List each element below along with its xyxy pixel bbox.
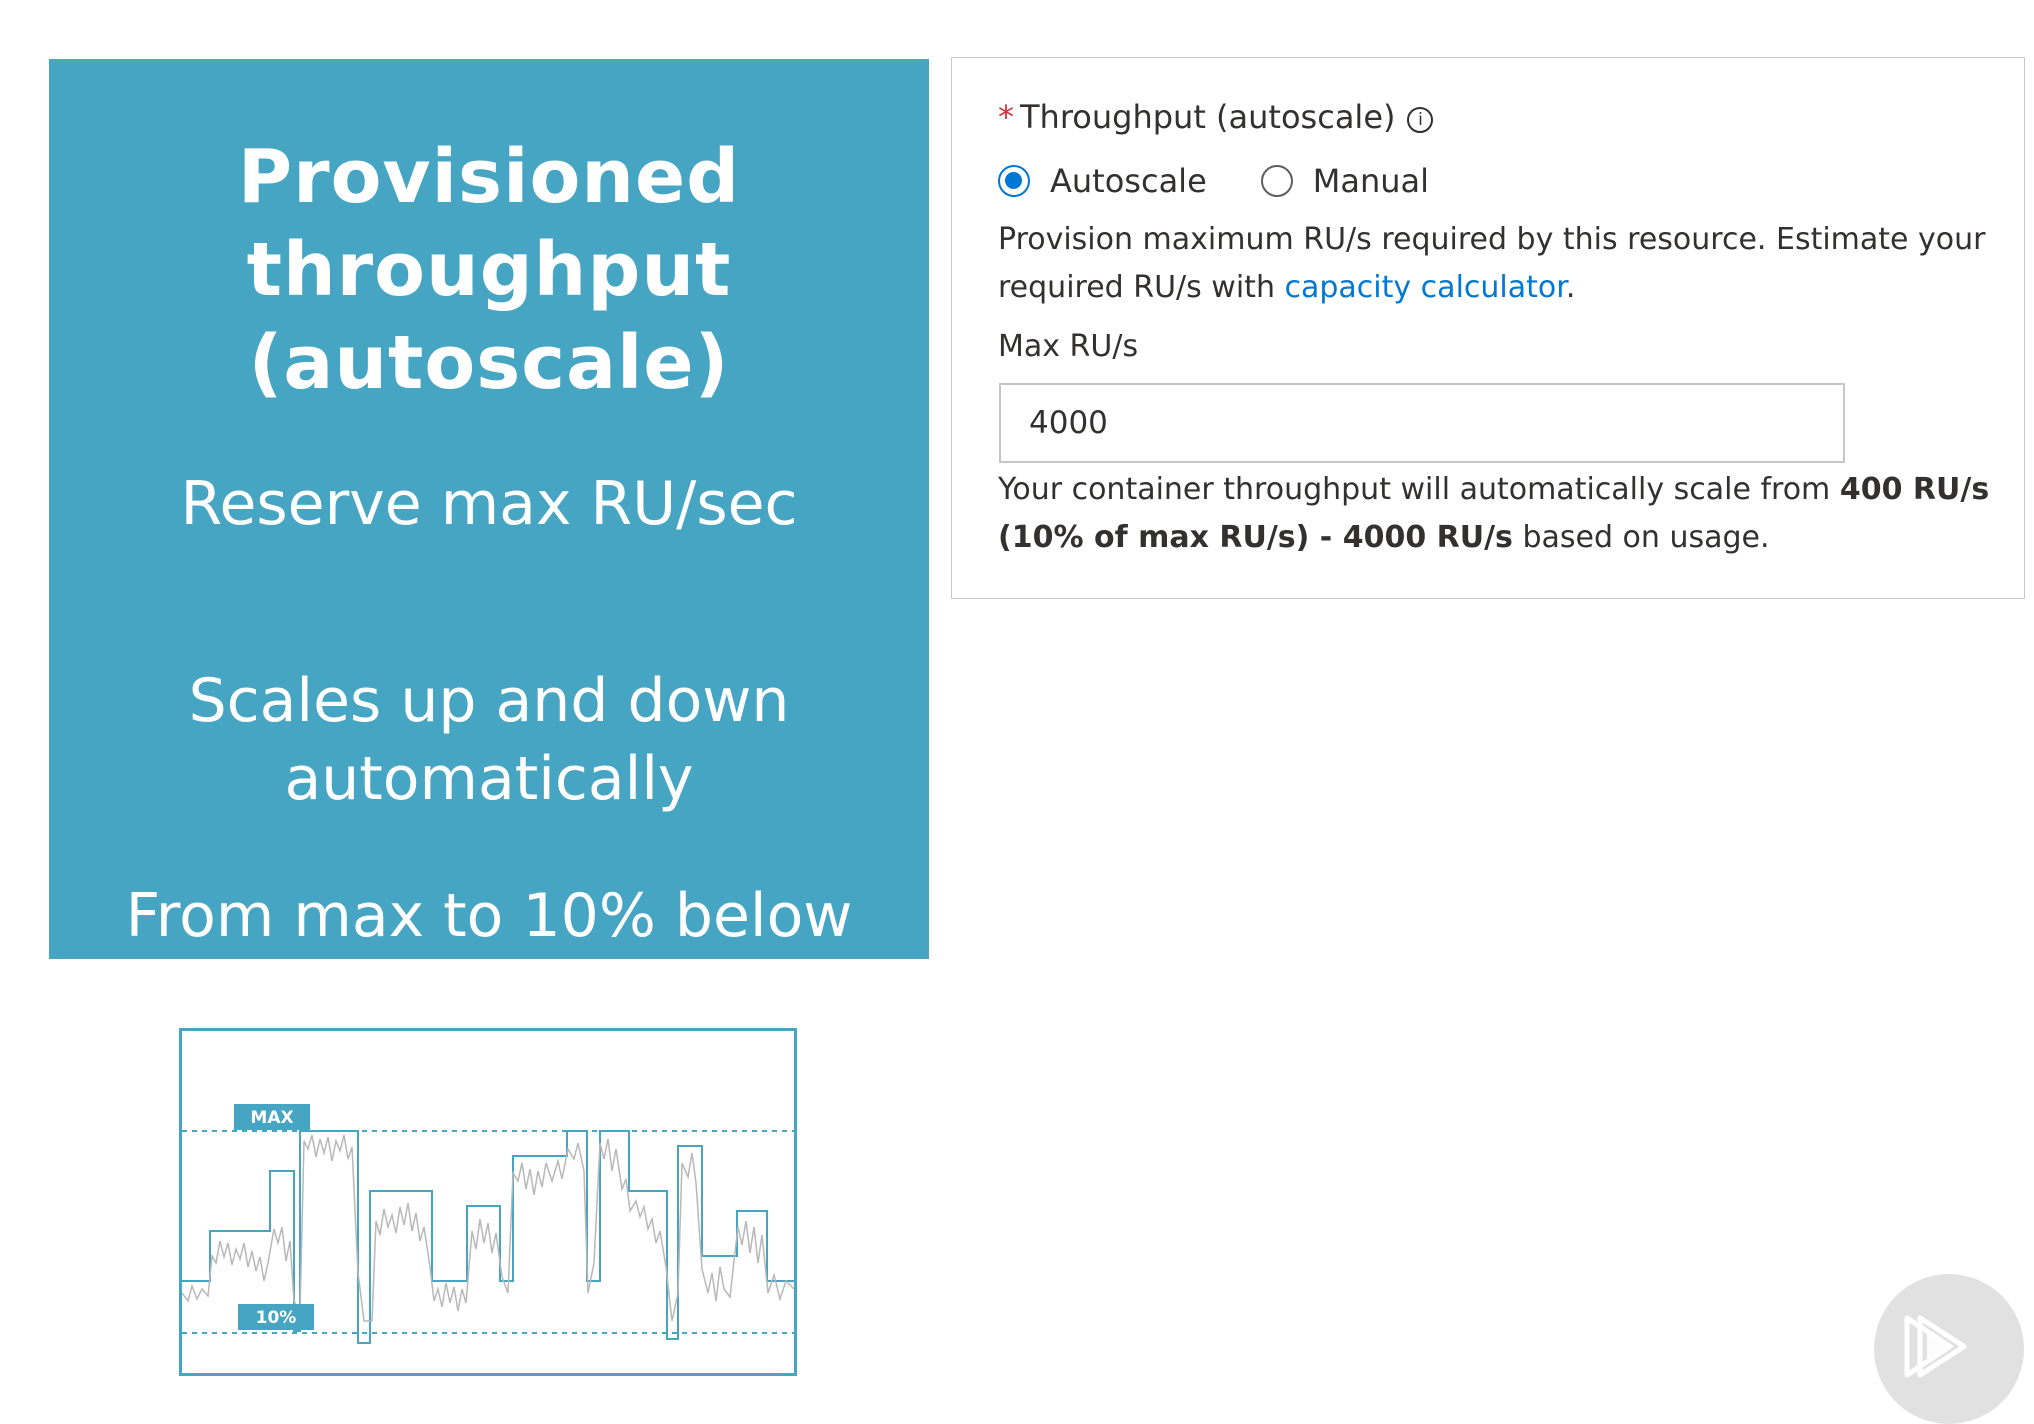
- autoscale-range-note: Your container throughput will automatic…: [998, 466, 2008, 562]
- note-suffix: based on usage.: [1512, 520, 1770, 555]
- radio-manual[interactable]: Manual: [1260, 162, 1429, 200]
- slide-title-line: Provisioned: [237, 134, 741, 220]
- autoscale-illustration-svg: MAX 10%: [182, 1104, 794, 1344]
- radio-autoscale[interactable]: Autoscale: [998, 162, 1207, 200]
- slide-title: Provisioned throughput (autoscale): [49, 131, 929, 410]
- slide-title-line: throughput: [246, 227, 732, 313]
- max-rus-input[interactable]: [999, 383, 1845, 463]
- radio-autoscale-circle[interactable]: [998, 165, 1030, 197]
- play-button[interactable]: [1874, 1274, 2024, 1424]
- slide-panel: Provisioned throughput (autoscale) Reser…: [49, 59, 929, 959]
- throughput-form: * Throughput (autoscale) i Autoscale Manua…: [951, 57, 2025, 599]
- min-badge-label: 10%: [256, 1308, 297, 1328]
- max-rus-label: Max RU/s: [998, 329, 1139, 364]
- required-marker: *: [998, 98, 1014, 136]
- slide-point-line: automatically: [284, 744, 694, 814]
- autoscale-illustration: MAX 10%: [179, 1028, 797, 1376]
- note-prefix: Your container throughput will automatic…: [998, 472, 1840, 507]
- description-period: .: [1565, 270, 1576, 305]
- radio-manual-circle[interactable]: [1260, 165, 1293, 197]
- slide-point-line: Reserve max RU/sec: [180, 469, 798, 539]
- capacity-calculator-link[interactable]: capacity calculator: [1285, 270, 1566, 305]
- slide-point-line: From max to 10% below: [125, 881, 853, 951]
- max-badge-label: MAX: [250, 1108, 293, 1128]
- provision-description: Provision maximum RU/s required by this …: [998, 216, 1998, 312]
- radio-manual-label[interactable]: Manual: [1313, 162, 1429, 200]
- throughput-field-label: * Throughput (autoscale) i: [998, 96, 1434, 138]
- throughput-mode-radio-group: Autoscale Manual: [998, 160, 1429, 202]
- slide-point-reserve: Reserve max RU/sec: [49, 465, 929, 543]
- throughput-label-text: Throughput (autoscale): [1020, 98, 1396, 136]
- radio-autoscale-label[interactable]: Autoscale: [1050, 162, 1207, 200]
- slide-point-line: Scales up and down: [188, 666, 790, 736]
- slide-title-line: (autoscale): [248, 320, 730, 406]
- play-icon: [1904, 1315, 1967, 1378]
- slide-point-range: From max to 10% below: [49, 877, 929, 955]
- info-icon[interactable]: i: [1407, 107, 1434, 133]
- slide-point-scales: Scales up and down automatically: [49, 662, 929, 818]
